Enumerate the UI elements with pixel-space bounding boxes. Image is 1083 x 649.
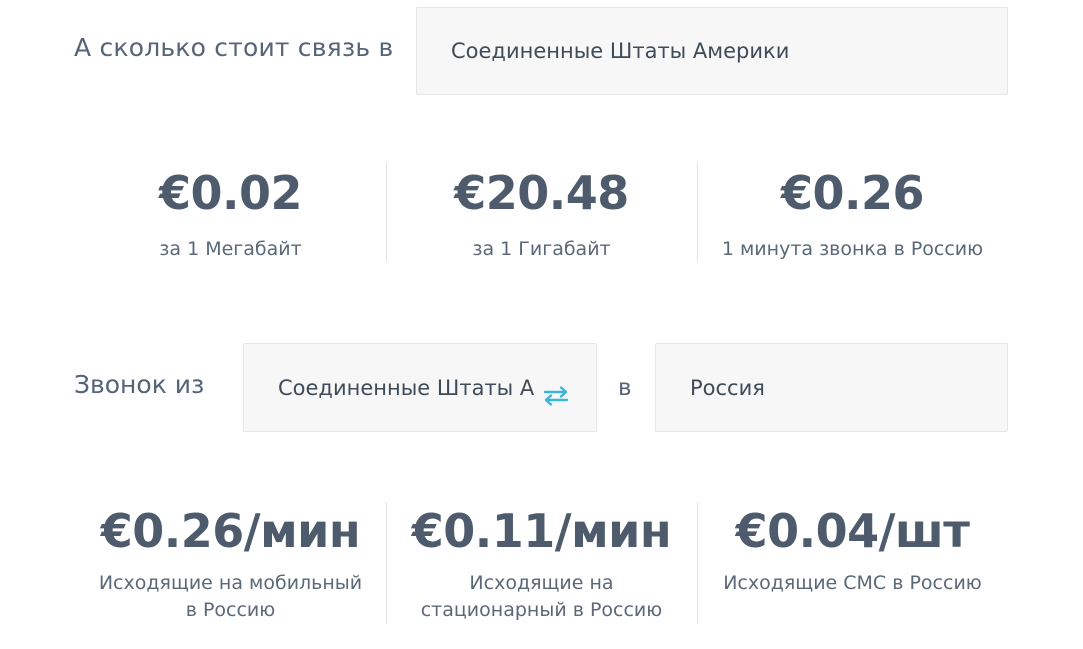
rate-description: 1 минута звонка в Россию [721, 238, 984, 260]
call-to-country-select[interactable]: Россия [655, 343, 1008, 432]
rate-description: за 1 Мегабайт [159, 238, 302, 260]
destination-country-select[interactable]: Соединенные Штаты Америки [416, 7, 1008, 95]
rate-per-megabyte: €0.02 за 1 Мегабайт [75, 160, 386, 264]
rate-call-minute: €0.26 1 минута звонка в Россию [697, 160, 1008, 264]
call-from-label: Звонок из [74, 370, 205, 399]
rate-outgoing-sms: €0.04/шт Исходящие СМС в Россию [697, 500, 1008, 626]
rate-description: за 1 Гигабайт [472, 238, 611, 260]
rate-outgoing-mobile: €0.26/мин Исходящие на мобильный в Росси… [75, 500, 386, 626]
call-to-label: в [618, 375, 632, 401]
rate-value: €0.11/мин [411, 504, 672, 558]
destination-question-label: А сколько стоит связь в [74, 33, 394, 62]
rate-description: Исходящие СМС в Россию [723, 572, 982, 594]
rate-value: €0.26/мин [100, 504, 361, 558]
rate-description: Исходящие на мобильный в Россию [98, 572, 363, 621]
rate-per-gigabyte: €20.48 за 1 Гигабайт [386, 160, 697, 264]
rate-value: €0.04/шт [735, 504, 970, 558]
call-rates-row: €0.26/мин Исходящие на мобильный в Росси… [75, 500, 1008, 626]
rate-value: €20.48 [454, 166, 629, 220]
call-from-country-value: Соединенные Штаты Америки [278, 375, 535, 400]
rate-value: €0.26 [780, 166, 925, 220]
rate-value: €0.02 [158, 166, 303, 220]
destination-country-value: Соединенные Штаты Америки [451, 39, 790, 63]
swap-arrows-icon[interactable] [542, 385, 570, 407]
data-rates-row: €0.02 за 1 Мегабайт €20.48 за 1 Гигабайт… [75, 160, 1008, 264]
rate-outgoing-landline: €0.11/мин Исходящие на стационарный в Ро… [386, 500, 697, 626]
rate-description: Исходящие на стационарный в Россию [420, 572, 663, 621]
call-to-country-value: Россия [690, 375, 765, 400]
call-from-country-select[interactable]: Соединенные Штаты Америки [243, 343, 597, 432]
roaming-rates-page: А сколько стоит связь в Соединенные Штат… [0, 0, 1083, 649]
